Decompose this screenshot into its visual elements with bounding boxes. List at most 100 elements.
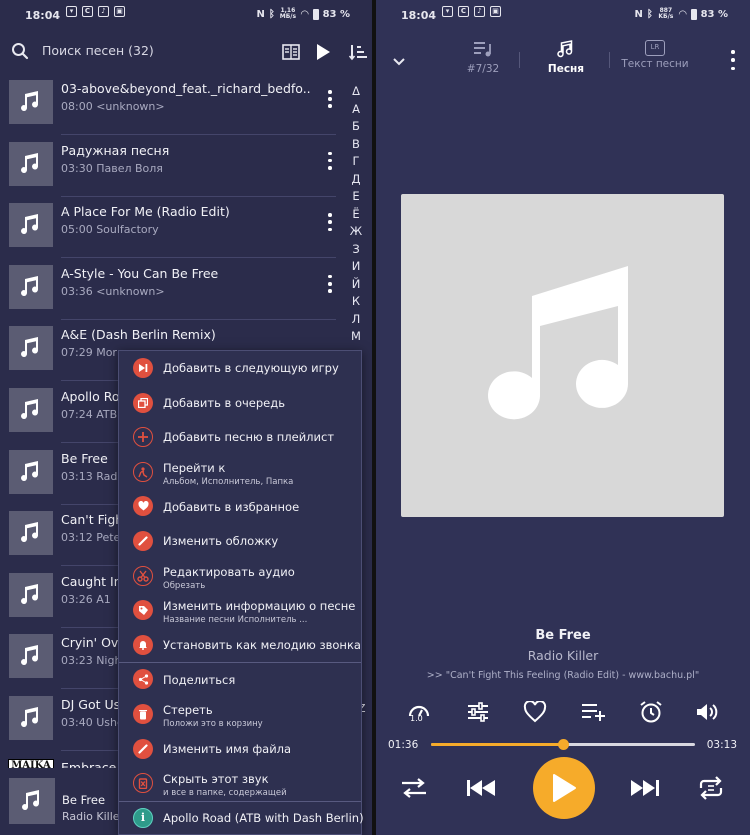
music-note-icon [21,214,39,235]
song-info: >> "Can't Fight This Feeling (Radio Edit… [426,670,700,681]
alphabet-letter[interactable]: К [347,293,365,311]
sleep-timer-icon[interactable] [636,697,666,727]
context-menu-label: Поделиться [163,672,236,687]
context-menu-item[interactable]: Добавить в следующую игру [119,351,361,386]
context-menu-item[interactable]: i Apollo Road (ATB with Dash Berlin) [119,801,364,835]
alphabet-letter[interactable]: Ё [347,206,365,224]
song-row-menu-icon[interactable] [322,87,338,111]
song-row-subtitle: 03:12 Pete [61,531,121,545]
tab-queue[interactable]: #7/32 [456,40,510,75]
song-cover [9,572,53,617]
song-title: Be Free [535,628,591,643]
tab-lyrics[interactable]: LR Текст песни [618,40,692,70]
song-row-title: A&E (Dash Berlin Remix) [61,327,216,343]
context-menu-label: Скрыть этот звук [163,772,269,787]
context-menu-label: Изменить обложку [163,534,279,549]
alphabet-letter[interactable]: Δ [347,83,365,101]
alphabet-letter[interactable]: Б [347,118,365,136]
battery-level: 83 % [700,8,728,20]
context-menu-sublabel: Положи это в корзину [163,719,263,729]
next-track-icon[interactable] [627,770,663,806]
context-menu-item[interactable]: Добавить песню в плейлист [119,420,361,455]
song-row-subtitle: 03:13 Rad [61,469,118,483]
song-row[interactable]: A-Style - You Can Be Free 03:36 <unknown> [0,258,340,320]
song-cover [9,203,53,248]
alphabet-letter[interactable]: В [347,136,365,154]
bluetooth-icon: ᛒ [268,8,275,20]
playback-speed-value: 1.0 [410,714,423,723]
favorite-heart-icon[interactable] [520,697,550,727]
shuffle-icon[interactable] [396,770,432,806]
equalizer-icon[interactable] [463,697,493,727]
alphabet-index[interactable]: ΔАБВГДЕЁЖЗИЙКЛМ [347,83,365,346]
battery-icon [690,8,697,20]
volume-icon[interactable] [692,697,722,727]
song-row-menu-icon[interactable] [322,272,338,296]
song-cover [9,80,53,124]
alphabet-letter[interactable]: Г [347,153,365,171]
status-bar: 18:04 ▾ C ♪ ▣ N ᛒ 887 KБ/s ◠ 83 % [376,0,750,30]
context-menu-sublabel: Альбом, Исполнитель, Папка [163,476,294,487]
song-artist[interactable]: Radio Killer [376,648,750,663]
wifi-icon: ◠ [300,8,309,20]
song-row-menu-icon[interactable] [322,210,338,234]
add-to-playlist-icon[interactable] [579,697,609,727]
song-row[interactable]: Радужная песня 03:30 Павел Воля [0,135,340,197]
music-note-icon [21,583,39,604]
play-button[interactable] [533,757,595,819]
alphabet-letter[interactable]: Л [347,311,365,329]
search-field[interactable]: Поиск песен (32) [42,43,154,58]
alphabet-letter[interactable]: Е [347,188,365,206]
notification-icons: ▾ C ♪ ▣ [442,6,501,17]
sort-icon[interactable] [346,40,370,64]
context-menu-item[interactable]: Изменить обложку [119,524,361,559]
nfc-icon: N [256,8,265,20]
context-menu-item[interactable]: Изменить имя файла [119,732,361,767]
music-note-icon [21,460,39,481]
music-note-icon [21,707,39,728]
context-menu-item[interactable]: Поделиться [119,662,361,697]
play-all-icon[interactable] [311,40,335,64]
more-options-icon[interactable] [730,50,736,70]
context-menu-item[interactable]: Добавить в очередь [119,386,361,421]
alphabet-letter[interactable]: Д [347,171,365,189]
nfc-icon: N [634,8,643,20]
collapse-chevron-icon[interactable] [392,52,406,71]
status-time: 18:04 [25,9,61,22]
alphabet-letter[interactable]: З [347,241,365,259]
view-mode-icon[interactable] [279,40,303,64]
alphabet-letter[interactable]: И [347,258,365,276]
song-cover [9,449,53,494]
alphabet-letter[interactable]: А [347,101,365,119]
song-row[interactable]: A Place For Me (Radio Edit) 05:00 Soulfac… [0,196,340,259]
context-menu-sublabel: Название песни Исполнитель ... [163,615,308,626]
tab-song[interactable]: Песня [538,40,594,75]
context-menu-item[interactable]: Стереть Положи это в корзину [119,697,361,732]
battery-icon [312,8,319,20]
context-menu-item[interactable]: Перейти к Альбом, Исполнитель, Папка [119,455,361,490]
song-row-menu-icon[interactable] [322,149,338,173]
context-menu-item[interactable]: Изменить информацию о песне Название песн… [119,593,361,628]
previous-track-icon[interactable] [463,770,499,806]
context-menu-item[interactable]: Установить как мелодию звонка [119,628,361,663]
context-menu-label: Добавить в очередь [163,395,285,410]
alphabet-letter[interactable]: М [347,328,365,346]
music-note-icon [21,152,39,173]
music-note-icon [487,265,628,419]
context-menu-item[interactable]: Редактировать аудио Обрезать [119,559,361,594]
alphabet-letter[interactable]: Й [347,276,365,294]
search-icon[interactable] [11,42,29,64]
context-menu-item[interactable]: Добавить в избранное [119,489,361,524]
song-row-title: 03-above&beyond_feat._richard_bedfo... [61,81,311,96]
repeat-icon[interactable] [693,770,729,806]
context-menu-label: Редактировать аудио [163,564,295,579]
song-row[interactable]: 03-above&beyond_feat._richard_bedfo... 08… [0,73,340,135]
alphabet-letter[interactable]: Ж [347,223,365,241]
song-row-title: Радужная песня [61,142,170,158]
context-menu-item[interactable]: Скрыть этот звук и все в папке, содержаще… [119,766,361,801]
seek-bar-handle[interactable] [558,739,569,750]
tab-song-label: Песня [547,63,585,75]
seek-bar[interactable] [431,739,695,750]
song-cover [9,264,53,309]
context-menu-label: Изменить информацию о песне [163,599,356,614]
